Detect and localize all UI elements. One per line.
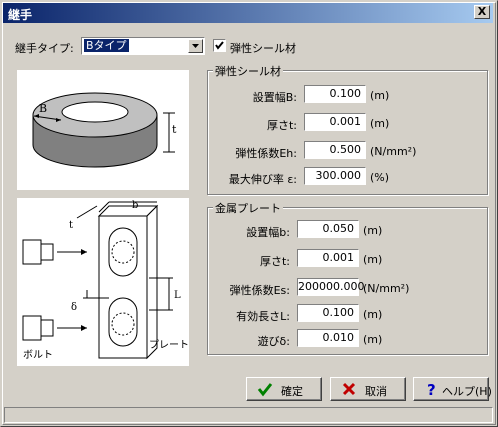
seal-modulus-label: 弾性係数Eh:	[235, 147, 297, 160]
question-icon: ?	[427, 381, 436, 397]
check-icon	[215, 41, 224, 50]
seal-elongation-field[interactable]: 300.000	[304, 167, 366, 185]
plate-diagram: b t L δ ボルト プレート	[17, 198, 189, 366]
cancel-button[interactable]: 取消	[330, 377, 406, 401]
plate-width-field[interactable]: 0.050	[297, 220, 359, 238]
plate-modulus-unit: (N/mm²)	[363, 282, 410, 295]
title-bar[interactable]: 継手 X	[3, 3, 493, 23]
svg-text:?: ?	[427, 381, 436, 397]
seal-modulus-unit: (N/mm²)	[370, 145, 417, 158]
seal-label-b: B	[39, 102, 47, 115]
plate-play-label: 遊びδ:	[257, 335, 290, 348]
plate-length-field[interactable]: 0.100	[297, 304, 359, 322]
plate-modulus-label: 弾性係数Es:	[229, 284, 290, 297]
plate-label-t: t	[69, 220, 73, 231]
plate-width-label: 設置幅b:	[246, 226, 290, 239]
seal-thickness-label: 厚さt:	[266, 119, 297, 132]
help-button-label: ヘルプ(H)	[442, 385, 492, 398]
chevron-down-icon[interactable]	[188, 39, 203, 53]
seal-thickness-field[interactable]: 0.001	[304, 113, 366, 131]
seal-diagram: B t	[17, 70, 189, 190]
seal-width-label: 設置幅B:	[252, 91, 297, 104]
plate-label: プレート	[149, 339, 189, 351]
plate-width-unit: (m)	[363, 224, 383, 237]
plate-group-title: 金属プレート	[213, 200, 283, 216]
help-button[interactable]: ? ヘルプ(H)	[413, 377, 492, 401]
plate-thickness-label: 厚さt:	[259, 255, 290, 268]
plate-play-field[interactable]: 0.010	[297, 329, 359, 347]
seal-checkbox[interactable]	[213, 39, 226, 52]
checkmark-icon	[257, 383, 273, 397]
cancel-button-label: 取消	[365, 385, 387, 398]
plate-thickness-unit: (m)	[363, 253, 383, 266]
plate-modulus-field[interactable]: 200000.000	[297, 278, 364, 296]
plate-play-unit: (m)	[363, 333, 383, 346]
seal-thickness-unit: (m)	[370, 117, 390, 130]
close-icon: X	[477, 5, 487, 18]
seal-checkbox-label[interactable]: 弾性シール材	[230, 40, 296, 56]
seal-elongation-unit: (%)	[370, 171, 390, 184]
seal-elongation-label: 最大伸び率 ε:	[228, 173, 297, 186]
window-title: 継手	[8, 8, 33, 22]
status-bar	[4, 407, 493, 423]
seal-width-field[interactable]: 0.100	[304, 85, 366, 103]
seal-modulus-field[interactable]: 0.500	[304, 141, 366, 159]
plate-length-unit: (m)	[363, 308, 383, 321]
ok-button[interactable]: 確定	[246, 377, 322, 401]
plate-label-delta: δ	[71, 302, 77, 313]
plate-thickness-field[interactable]: 0.001	[297, 249, 359, 267]
x-icon	[342, 382, 356, 396]
seal-width-unit: (m)	[370, 89, 390, 102]
seal-group-title: 弾性シール材	[213, 63, 283, 79]
ok-button-label: 確定	[281, 385, 303, 398]
close-button[interactable]: X	[474, 5, 490, 19]
joint-type-label: 継手タイプ:	[15, 42, 74, 55]
bolt-label: ボルト	[23, 349, 53, 361]
joint-type-selected-value: Bタイプ	[84, 39, 129, 52]
plate-label-b: b	[132, 200, 138, 211]
plate-length-label: 有効長さL:	[236, 310, 290, 323]
seal-label-t: t	[172, 123, 177, 136]
plate-label-l: L	[174, 290, 181, 301]
joint-type-select[interactable]: Bタイプ	[81, 37, 205, 55]
